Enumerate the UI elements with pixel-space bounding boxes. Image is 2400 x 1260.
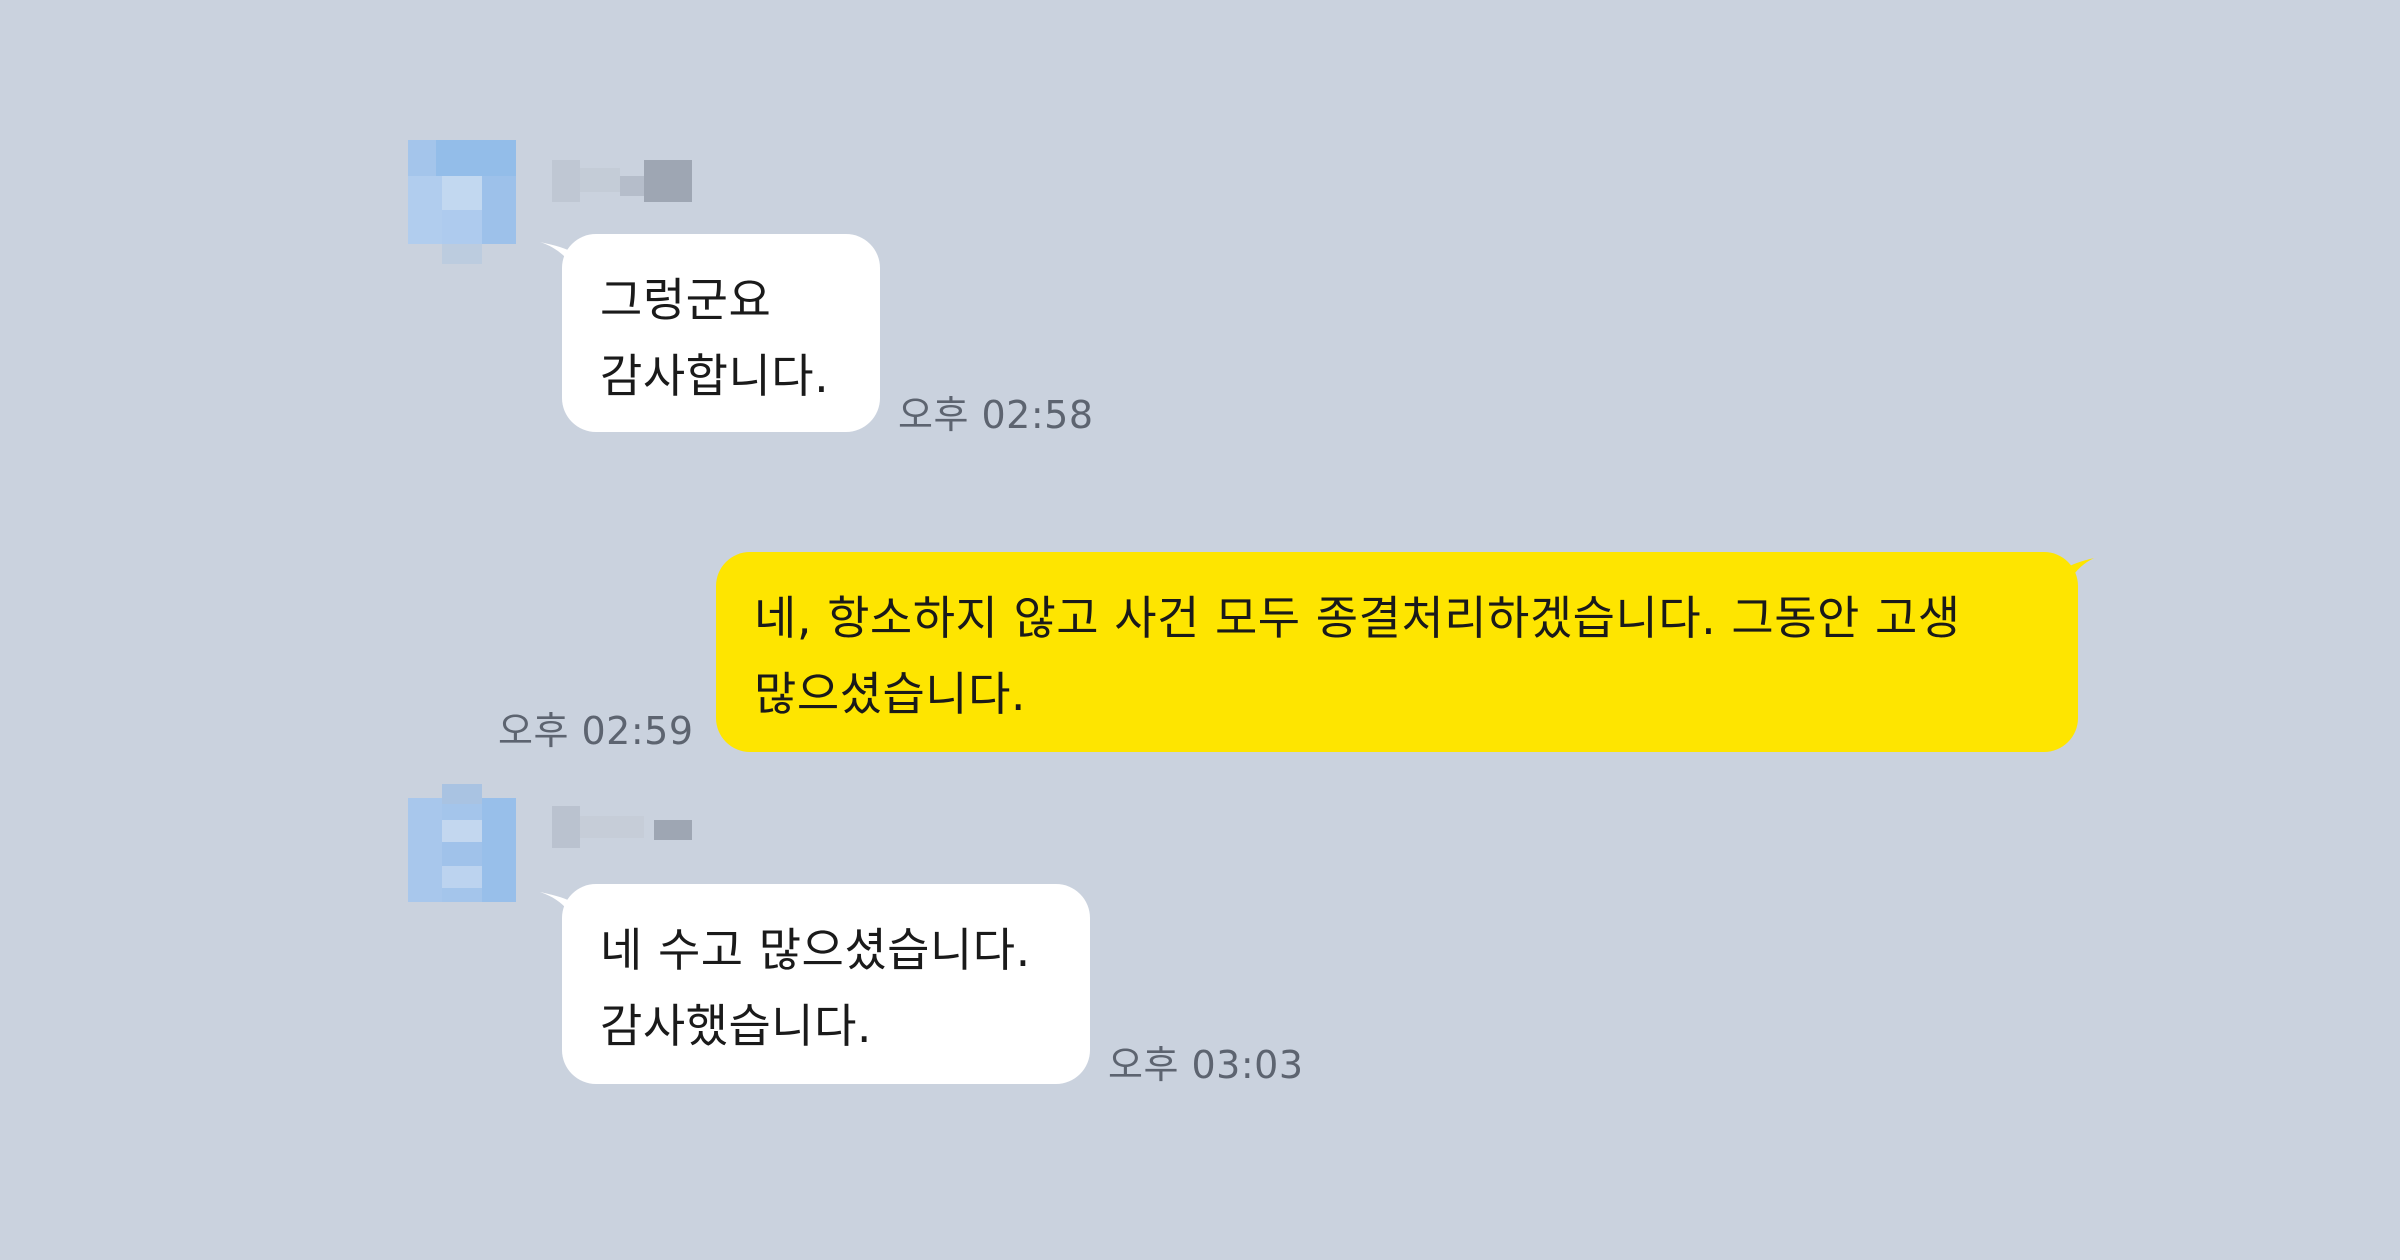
bubble-tail [2040,558,2094,612]
message-text-line: 감사했습니다. [600,999,873,1053]
avatar-mosaic-block [482,798,516,902]
name-mosaic-block [552,806,580,848]
avatar-mosaic-block [442,210,482,244]
name-mosaic-block [644,160,692,202]
sender-avatar[interactable] [408,140,516,264]
message-text-line: 네 수고 많으셨습니다. [600,923,1031,977]
message-bubble-incoming[interactable]: 네 수고 많으셨습니다. 감사했습니다. [562,884,1090,1084]
name-mosaic-block [620,176,644,196]
avatar-mosaic-block [442,784,482,804]
avatar-mosaic-block [436,140,516,176]
avatar-mosaic-block [408,798,442,902]
name-mosaic-block [580,168,620,192]
sender-name [552,806,692,850]
message-text-line: 감사합니다. [600,349,830,403]
avatar-mosaic-block [482,176,516,244]
chat-screen: { "chat": { "messages": [ { "direction":… [0,0,2400,1260]
message-bubble-outgoing[interactable]: 네, 항소하지 않고 사건 모두 종결처리하겠습니다. 그동안 고생 많으셨습니… [716,552,2078,752]
name-mosaic-block [552,160,580,202]
sender-avatar[interactable] [408,784,516,908]
message-text-line: 많으셨습니다. [754,667,1027,721]
message-timestamp: 오후 02:58 [898,393,1094,437]
message-bubble-incoming[interactable]: 그렁군요 감사합니다. [562,234,880,432]
message-text-line: 네, 항소하지 않고 사건 모두 종결처리하겠습니다. 그동안 고생 [754,591,1961,645]
message-timestamp: 오후 02:59 [498,709,694,753]
sender-name [552,160,692,204]
name-mosaic-block [654,820,692,840]
avatar-mosaic-block [442,820,482,842]
name-mosaic-block [580,816,644,838]
avatar-mosaic-block [442,244,482,264]
avatar-mosaic-block [442,866,482,888]
message-text-line: 그렁군요 [600,273,772,327]
avatar-mosaic-block [442,176,482,210]
avatar-mosaic-block [442,842,482,866]
message-timestamp: 오후 03:03 [1108,1043,1304,1087]
avatar-mosaic-block [408,176,442,244]
